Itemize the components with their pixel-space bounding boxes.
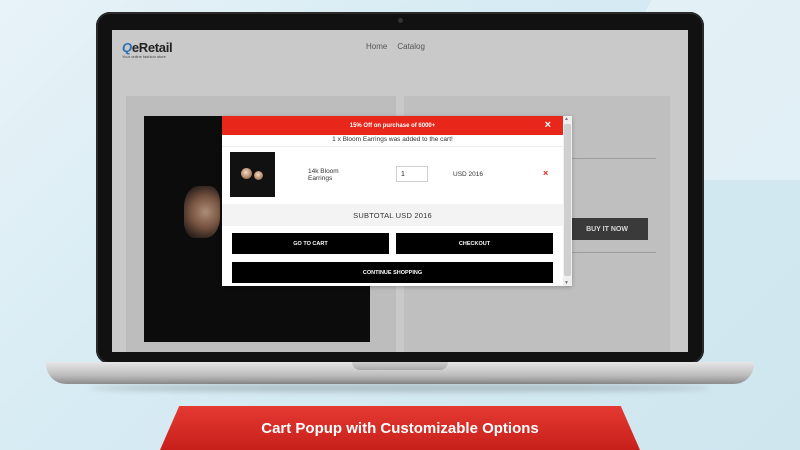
logo-tagline: Your online fashion store — [122, 54, 166, 59]
nav-catalog[interactable]: Catalog — [397, 42, 425, 51]
promo-banner: 15% Off on purchase of 6000+ × — [222, 116, 563, 135]
earring-image — [184, 186, 220, 238]
logo-name: eRetail — [131, 40, 173, 55]
nav-home[interactable]: Home — [366, 42, 387, 51]
site-header: QeRetail Your online fashion store Home … — [112, 30, 688, 94]
subtotal: SUBTOTAL USD 2016 — [222, 204, 563, 226]
checkout-button[interactable]: CHECKOUT — [396, 233, 553, 254]
scroll-up-icon[interactable]: ▲ — [564, 116, 569, 122]
scroll-down-icon[interactable]: ▼ — [564, 280, 569, 286]
popup-scrollbar[interactable]: ▲ ▼ — [563, 116, 572, 286]
quantity-input[interactable] — [396, 166, 428, 182]
item-name: 14k Bloom Earrings — [308, 168, 339, 182]
close-icon[interactable]: × — [545, 119, 551, 131]
cart-item-row: 14k Bloom Earrings USD 2016 × — [222, 146, 563, 204]
divider — [562, 158, 656, 159]
remove-item-icon[interactable]: × — [543, 169, 548, 178]
buy-now-button[interactable]: BUY IT NOW — [566, 218, 648, 240]
ribbon-title: Cart Popup with Customizable Options — [261, 419, 539, 437]
continue-shopping-button[interactable]: CONTINUE SHOPPING — [232, 262, 553, 283]
site-logo[interactable]: QeRetail Your online fashion store — [122, 40, 173, 59]
laptop-shadow — [90, 384, 710, 392]
scroll-thumb[interactable] — [564, 124, 571, 276]
item-thumbnail — [230, 152, 275, 197]
logo-q: Q — [122, 40, 132, 55]
earring-gem-icon — [254, 171, 263, 180]
added-to-cart-message: 1 x Bloom Earrings was added to the cart… — [332, 136, 453, 143]
promo-text: 15% Off on purchase of 6000+ — [349, 122, 436, 129]
main-nav: Home Catalog — [366, 42, 425, 51]
laptop-notch — [352, 362, 448, 370]
divider — [562, 252, 656, 253]
item-price: USD 2016 — [453, 171, 483, 178]
go-to-cart-button[interactable]: GO TO CART — [232, 233, 389, 254]
cart-popup: 15% Off on purchase of 6000+ × 1 x Bloom… — [222, 116, 572, 286]
camera-icon — [398, 18, 403, 23]
earring-gem-icon — [241, 168, 252, 179]
